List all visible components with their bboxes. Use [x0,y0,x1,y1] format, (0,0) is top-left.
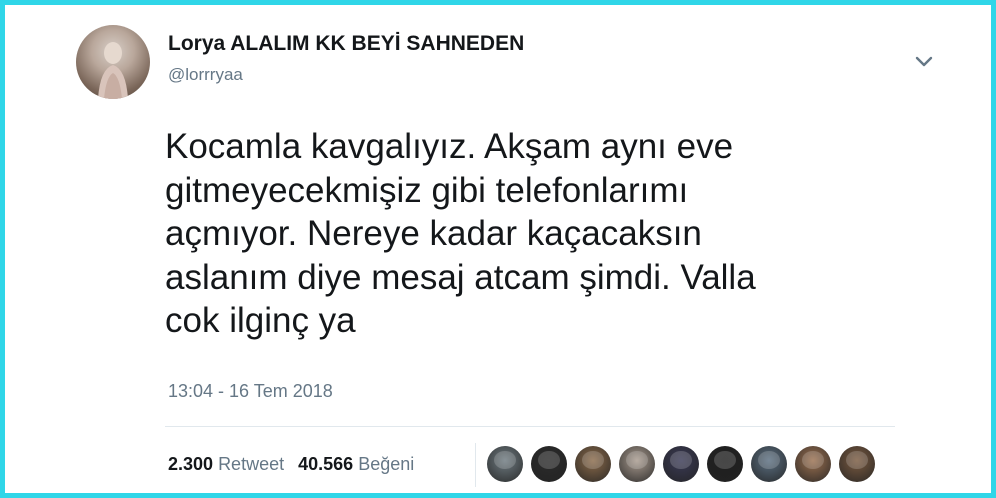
retweet-count: 2.300 [168,454,214,474]
liker-avatar[interactable] [795,446,831,482]
liker-avatar[interactable] [619,446,655,482]
liker-avatars [487,446,875,484]
tweet-stats: 2.300 Retweet 40.566 Beğeni [168,454,414,475]
retweet-label: Retweet [218,454,285,474]
liker-avatar[interactable] [487,446,523,482]
liker-avatar[interactable] [663,446,699,482]
like-stat[interactable]: 40.566 Beğeni [298,454,414,474]
author-name[interactable]: Lorya ALALIM KK BEYİ SAHNEDEN [168,32,524,56]
chevron-down-icon[interactable] [910,47,938,75]
stats-separator [475,443,476,487]
liker-avatar[interactable] [575,446,611,482]
tweet-card: Lorya ALALIM KK BEYİ SAHNEDEN @lorrryaa … [0,0,996,498]
author-avatar[interactable] [76,25,150,99]
tweet-timestamp[interactable]: 13:04 - 16 Tem 2018 [168,381,333,402]
divider [165,426,895,427]
avatar-image [98,42,128,99]
liker-avatar[interactable] [531,446,567,482]
liker-avatar[interactable] [751,446,787,482]
like-label: Beğeni [358,454,415,474]
retweet-stat[interactable]: 2.300 Retweet [168,454,284,474]
like-count: 40.566 [298,454,354,474]
author-handle[interactable]: @lorrryaa [168,65,243,85]
tweet-text: Kocamla kavgalıyız. Akşam aynı eve gitme… [165,127,756,340]
liker-avatar[interactable] [707,446,743,482]
liker-avatar[interactable] [839,446,875,482]
